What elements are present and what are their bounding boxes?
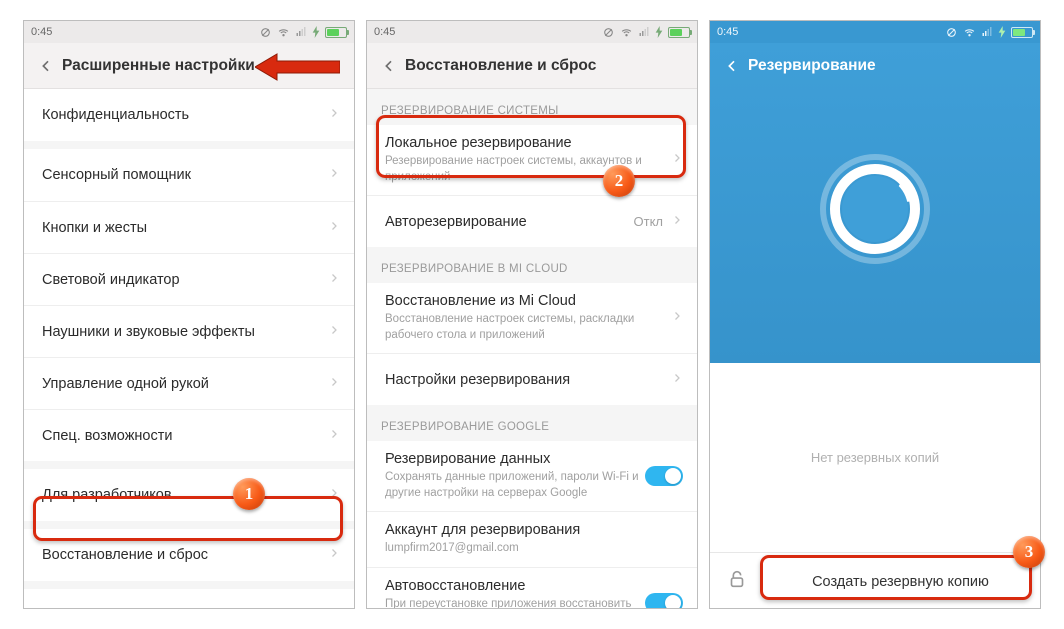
title-bar: Восстановление и сброс — [367, 43, 697, 89]
phone-screen-3: 0:45 Резервирование — [709, 20, 1041, 609]
chevron-right-icon — [671, 213, 683, 231]
dnd-icon — [602, 26, 615, 39]
chevron-right-icon — [671, 309, 683, 327]
status-icons — [602, 26, 690, 39]
wifi-icon — [963, 26, 976, 39]
status-bar: 0:45 — [24, 21, 354, 43]
row-accessibility[interactable]: Спец. возможности — [24, 409, 354, 461]
row-google-data-backup[interactable]: Резервирование данныхСохранять данные пр… — [367, 441, 697, 511]
section-system-backup: РЕЗЕРВИРОВАНИЕ СИСТЕМЫ — [367, 89, 697, 125]
chevron-left-icon — [381, 58, 397, 74]
status-time: 0:45 — [374, 26, 395, 38]
chevron-right-icon — [328, 375, 340, 393]
status-icons — [259, 26, 347, 39]
back-button[interactable] — [32, 52, 60, 80]
title-bar: Расширенные настройки — [24, 43, 354, 89]
row-mi-cloud-settings[interactable]: Настройки резервирования — [367, 353, 697, 405]
phone-screen-2: 0:45 Восстановление и сброс РЕЗЕРВИРОВАН… — [366, 20, 698, 609]
wifi-icon — [277, 26, 290, 39]
page-title: Расширенные настройки — [62, 57, 255, 75]
chevron-right-icon — [328, 219, 340, 237]
wifi-icon — [620, 26, 633, 39]
chevron-right-icon — [671, 371, 683, 389]
divider — [762, 567, 763, 597]
chevron-right-icon — [328, 106, 340, 124]
row-google-autorestore[interactable]: АвтовосстановлениеПри переустановке прил… — [367, 567, 697, 609]
status-icons — [945, 26, 1033, 39]
row-mi-cloud-restore[interactable]: Восстановление из Mi CloudВосстановление… — [367, 283, 697, 353]
status-bar: 0:45 — [710, 21, 1040, 43]
row-touch-assistant[interactable]: Сенсорный помощник — [24, 149, 354, 201]
row-google-account[interactable]: Аккаунт для резервированияlumpfirm2017@g… — [367, 511, 697, 567]
charge-icon — [312, 26, 320, 38]
chevron-right-icon — [328, 323, 340, 341]
status-time: 0:45 — [717, 26, 738, 38]
auto-backup-value: Откл — [634, 214, 664, 229]
toggle-google-backup[interactable] — [645, 466, 683, 486]
row-backup-reset[interactable]: Восстановление и сброс — [24, 529, 354, 581]
battery-icon — [325, 27, 347, 38]
row-local-backup[interactable]: Локальное резервированиеРезервирование н… — [367, 125, 697, 195]
signal-icon — [638, 26, 650, 38]
empty-state-text: Нет резервных копий — [710, 363, 1040, 552]
section-google-backup: РЕЗЕРВИРОВАНИЕ GOOGLE — [367, 405, 697, 441]
page-title: Резервирование — [748, 57, 876, 75]
status-time: 0:45 — [31, 26, 52, 38]
row-led[interactable]: Световой индикатор — [24, 253, 354, 305]
title-bar: Резервирование — [710, 43, 1040, 89]
signal-icon — [981, 26, 993, 38]
battery-icon — [1011, 27, 1033, 38]
row-auto-backup[interactable]: Авторезервирование Откл — [367, 195, 697, 247]
phone-screen-1: 0:45 Расширенные настройки Конфиденциаль… — [23, 20, 355, 609]
row-developer[interactable]: Для разработчиков — [24, 469, 354, 521]
unlock-icon[interactable] — [726, 568, 748, 595]
charge-icon — [998, 26, 1006, 38]
chevron-left-icon — [724, 58, 740, 74]
settings-list: Конфиденциальность — [24, 89, 354, 141]
chevron-right-icon — [328, 427, 340, 445]
chevron-right-icon — [328, 166, 340, 184]
chevron-left-icon — [38, 58, 54, 74]
charge-icon — [655, 26, 663, 38]
dnd-icon — [945, 26, 958, 39]
row-onehand[interactable]: Управление одной рукой — [24, 357, 354, 409]
toggle-autorestore[interactable] — [645, 593, 683, 609]
dnd-icon — [259, 26, 272, 39]
back-button[interactable] — [718, 52, 746, 80]
chevron-right-icon — [328, 606, 340, 609]
chevron-right-icon — [328, 486, 340, 504]
battery-icon — [668, 27, 690, 38]
chevron-right-icon — [328, 546, 340, 564]
chevron-right-icon — [328, 271, 340, 289]
create-backup-button[interactable]: Создать резервную копию — [777, 574, 1024, 590]
row-privacy[interactable]: Конфиденциальность — [24, 89, 354, 141]
backup-refresh-icon — [815, 149, 935, 269]
row-buttons-gestures[interactable]: Кнопки и жесты — [24, 201, 354, 253]
chevron-right-icon — [671, 151, 683, 169]
back-button[interactable] — [375, 52, 403, 80]
row-audio[interactable]: Наушники и звуковые эффекты — [24, 305, 354, 357]
page-title: Восстановление и сброс — [405, 57, 596, 75]
status-bar: 0:45 — [367, 21, 697, 43]
hero-panel: Резервирование — [710, 43, 1040, 363]
signal-icon — [295, 26, 307, 38]
backup-hero-icon — [710, 89, 1040, 329]
section-mi-cloud: РЕЗЕРВИРОВАНИЕ В MI CLOUD — [367, 247, 697, 283]
bottom-bar: Создать резервную копию — [710, 552, 1040, 609]
row-mi-mover[interactable]: Mi Mover — [24, 589, 354, 609]
